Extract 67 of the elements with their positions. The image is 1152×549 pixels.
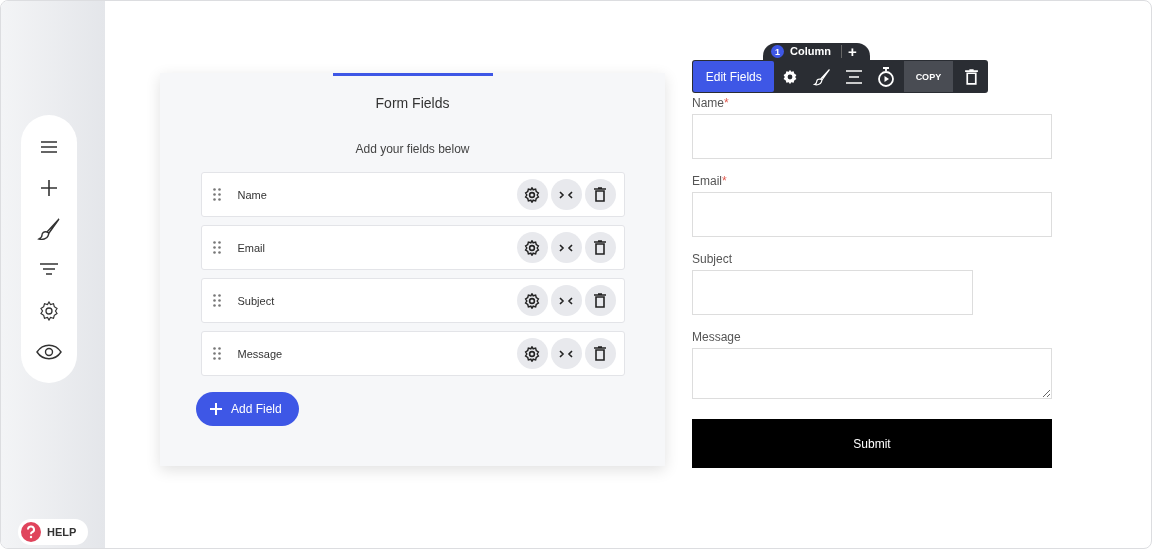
plus-icon: [210, 403, 222, 415]
text-input[interactable]: [692, 192, 1052, 237]
settings-icon: [524, 239, 540, 256]
trash-icon: [594, 187, 606, 202]
column-tab[interactable]: 1 Column +: [763, 43, 870, 60]
field-row[interactable]: Message: [200, 331, 625, 376]
field-name: Message: [237, 347, 284, 360]
collapse-icon: [559, 349, 573, 358]
field-label: Email*: [692, 174, 728, 188]
settings-button[interactable]: [516, 285, 548, 316]
field-label: Name*: [692, 96, 730, 110]
collapse-button[interactable]: [550, 338, 582, 369]
text-input[interactable]: [692, 114, 1052, 159]
field-row[interactable]: Subject: [200, 278, 625, 323]
submit-button[interactable]: Submit: [692, 419, 1052, 468]
settings-icon: [524, 186, 540, 203]
drag-handle-icon[interactable]: [212, 188, 221, 201]
collapse-button[interactable]: [550, 232, 582, 263]
add-column-button[interactable]: +: [847, 45, 857, 58]
collapse-button[interactable]: [550, 179, 582, 210]
column-label: Column: [790, 45, 842, 58]
copy-button[interactable]: COPY: [903, 61, 954, 92]
field-row[interactable]: Name: [200, 172, 625, 217]
settings-icon: [782, 68, 799, 85]
field-name: Name: [237, 188, 268, 201]
settings-button[interactable]: [516, 232, 548, 263]
trash-icon: [594, 240, 606, 255]
trash-icon: [594, 293, 606, 308]
drag-handle-icon[interactable]: [212, 241, 221, 254]
trash-icon: [594, 346, 606, 361]
align-center-icon: [844, 69, 863, 84]
field-name: Subject: [237, 294, 276, 307]
trash-icon: [964, 68, 978, 85]
drag-handle-icon[interactable]: [212, 294, 221, 307]
brush-icon: [37, 216, 61, 241]
stopwatch-icon: [876, 66, 895, 87]
delete-button[interactable]: [584, 338, 616, 369]
panel-subtitle: Add your fields below: [355, 142, 470, 156]
delete-button[interactable]: [584, 179, 616, 210]
collapse-button[interactable]: [550, 285, 582, 316]
edit-fields-button[interactable]: Edit Fields: [693, 61, 775, 92]
text-input[interactable]: [692, 270, 973, 315]
collapse-icon: [559, 296, 573, 305]
settings-button[interactable]: [516, 179, 548, 210]
eye-icon: [36, 343, 62, 360]
field-label: Subject: [692, 252, 734, 266]
column-number: 1: [771, 45, 784, 58]
settings-icon: [524, 345, 540, 362]
brush-icon: [813, 67, 832, 86]
delete-button[interactable]: [584, 285, 616, 316]
panel-title: Form Fields: [375, 95, 450, 111]
plus-icon: [40, 178, 58, 197]
help-icon: [21, 522, 41, 542]
settings-icon: [39, 300, 59, 321]
drag-handle-icon[interactable]: [212, 347, 221, 360]
field-name: Email: [237, 241, 266, 254]
field-row[interactable]: Email: [200, 225, 625, 270]
menu-icon: [40, 139, 58, 154]
filter-icon: [39, 261, 59, 278]
add-field-button[interactable]: Add Field: [196, 392, 299, 426]
collapse-icon: [559, 190, 573, 199]
settings-icon: [524, 292, 540, 309]
settings-button[interactable]: [516, 338, 548, 369]
help-button[interactable]: HELP: [18, 519, 89, 545]
delete-button[interactable]: [584, 232, 616, 263]
field-label: Message: [692, 330, 742, 344]
collapse-icon: [559, 243, 573, 252]
